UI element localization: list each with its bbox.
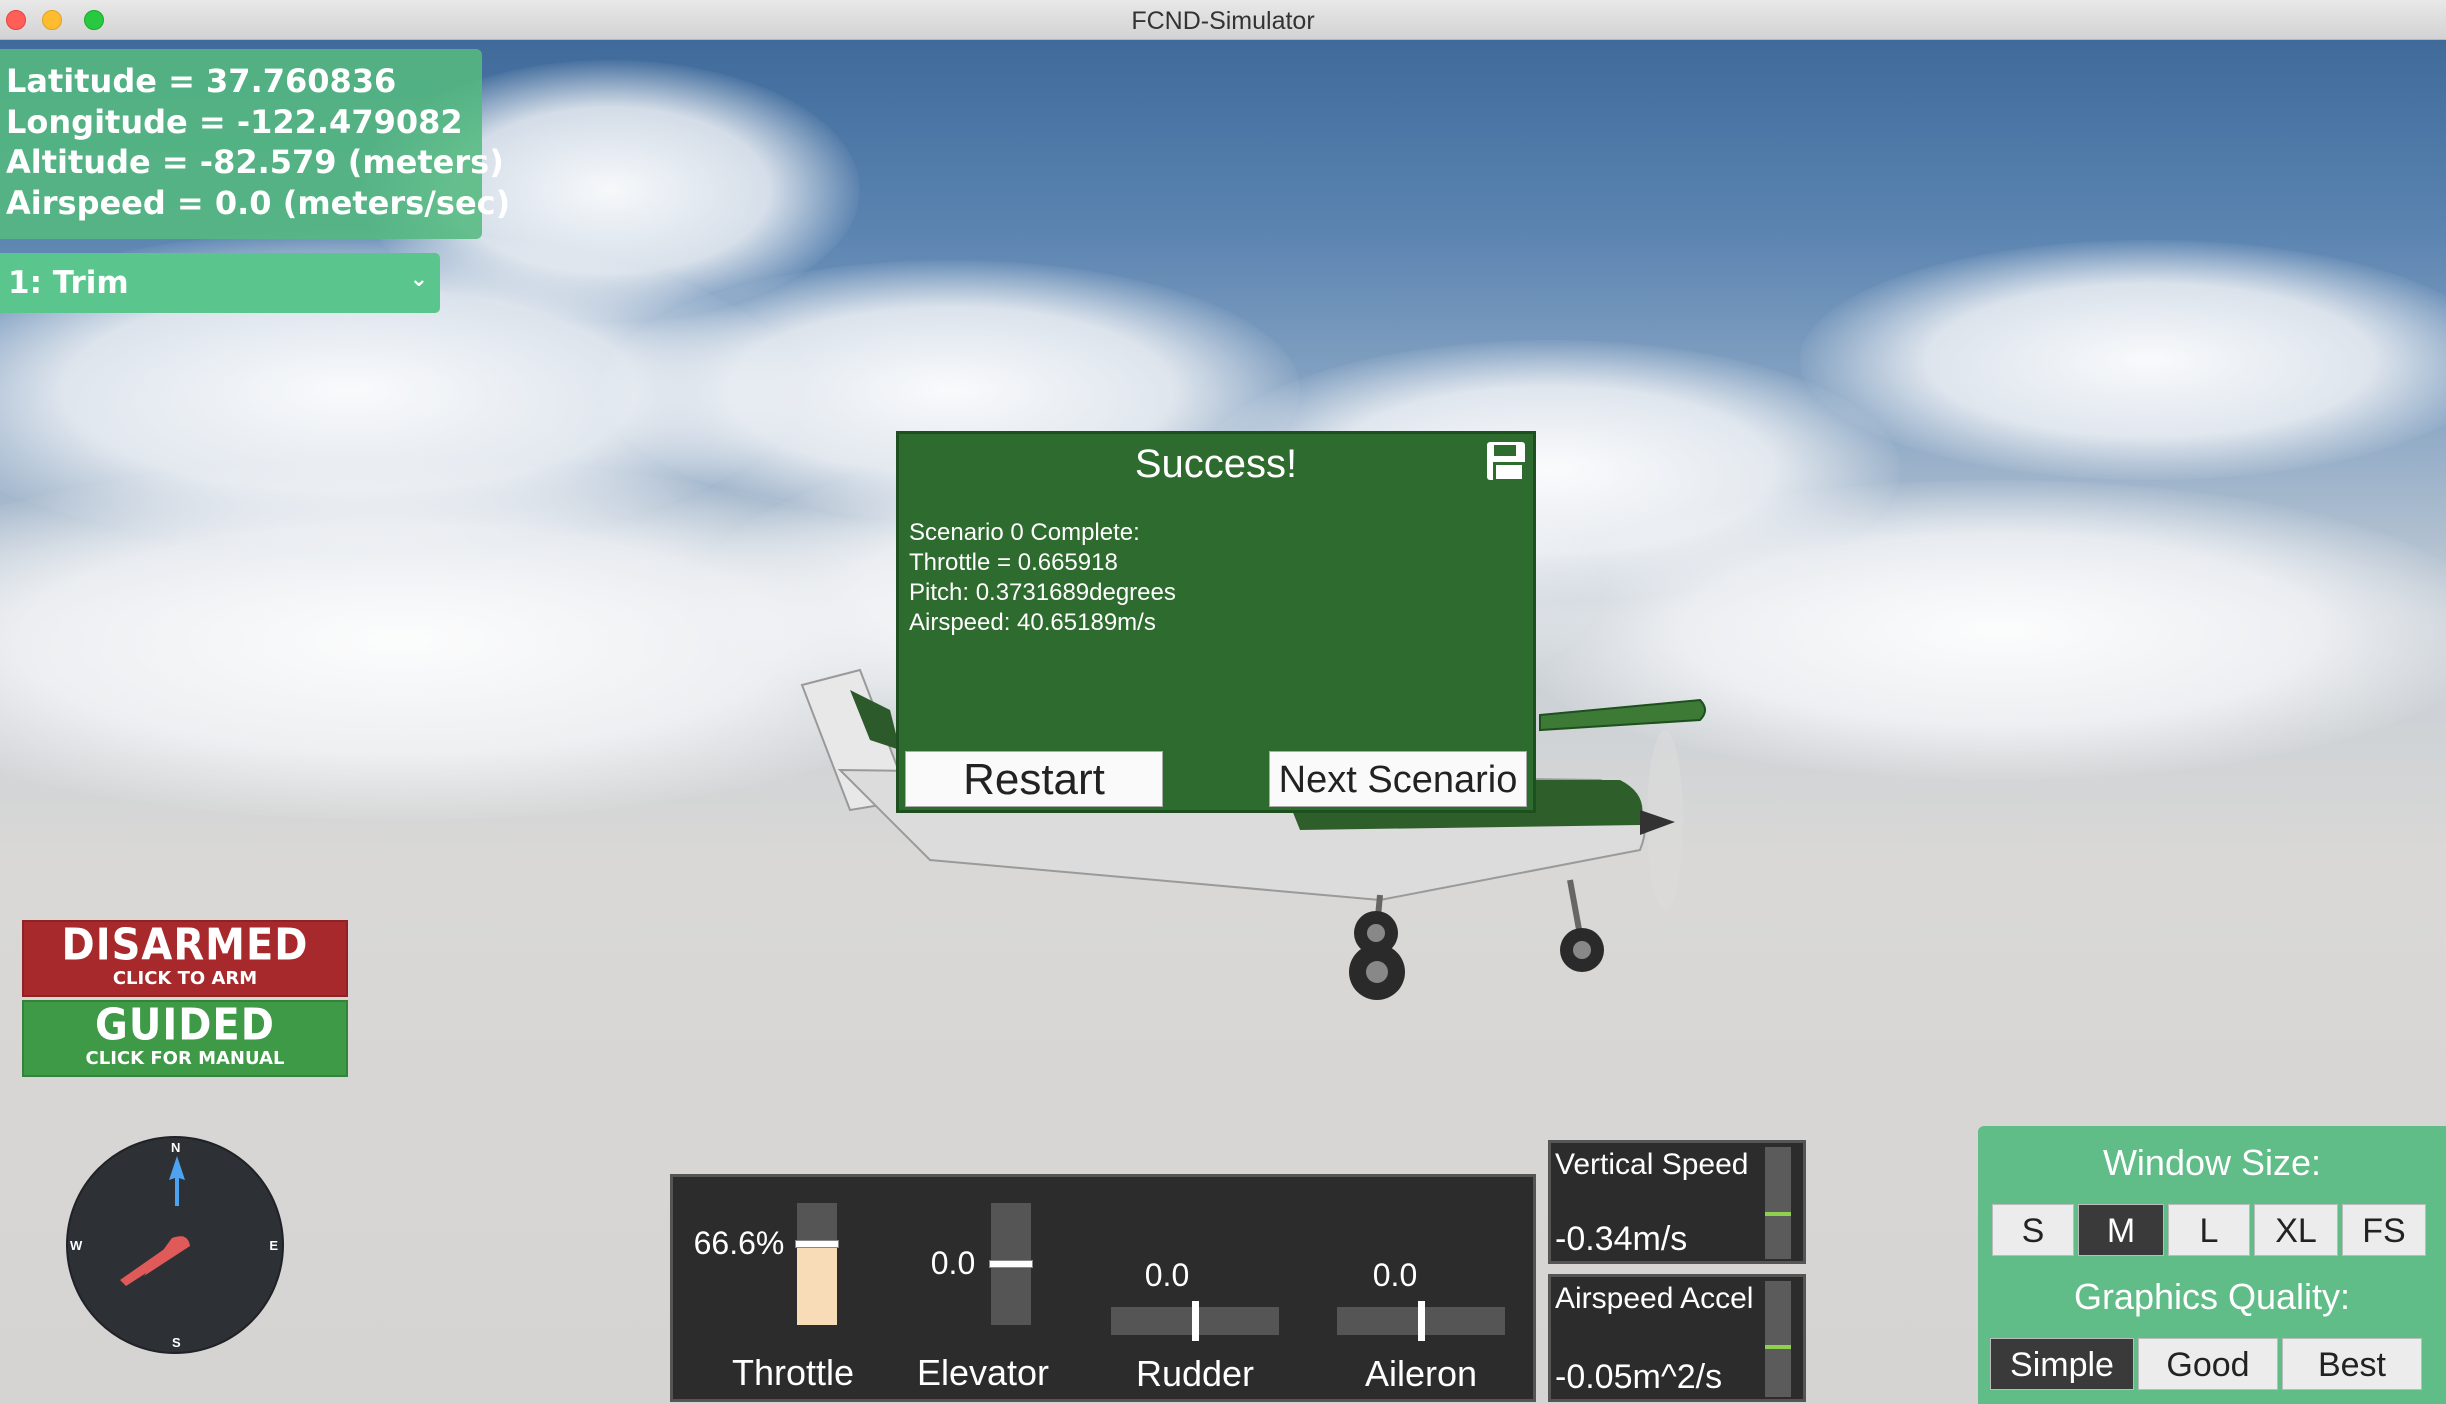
aileron-value: 0.0 <box>1372 1257 1418 1293</box>
aileron-slider[interactable] <box>1337 1301 1505 1341</box>
arm-button-label: DISARMED <box>61 919 309 971</box>
airspeed-readout: Airspeed = 0.0 (meters/sec) <box>6 183 511 222</box>
window-size-title: Window Size: <box>2102 1142 2322 1183</box>
window-titlebar: FCND-Simulator <box>0 0 2446 40</box>
aileron-handle[interactable] <box>1418 1301 1425 1341</box>
telemetry-panel: Latitude = 37.760836 Longitude = -122.47… <box>0 49 511 239</box>
graphics-good-button[interactable]: Good <box>2138 1338 2278 1390</box>
longitude-readout: Longitude = -122.479082 <box>6 102 463 141</box>
scenario-dropdown[interactable]: 1: Trim ⌄ <box>0 253 440 313</box>
elevator-value: 0.0 <box>930 1245 976 1281</box>
window-title: FCND-Simulator <box>1131 7 1315 35</box>
rudder-label: Rudder <box>1135 1353 1255 1394</box>
restart-button[interactable]: Restart <box>905 751 1163 807</box>
window-size-xl-button[interactable]: XL <box>2254 1204 2338 1256</box>
flight-mode-label: GUIDED <box>95 999 275 1051</box>
graphics-simple-button[interactable]: Simple <box>1990 1338 2134 1390</box>
dialog-line: Pitch: 0.3731689degrees <box>909 579 1176 606</box>
dialog-line: Scenario 0 Complete: <box>909 519 1140 546</box>
success-dialog: Success! Scenario 0 Complete: Throttle =… <box>896 431 1536 813</box>
window-size-m-button[interactable]: M <box>2078 1204 2164 1256</box>
vertical-speed-value: -0.34m/s <box>1555 1220 1688 1258</box>
heading-arrow-icon <box>120 1236 190 1286</box>
settings-panel: Window Size: S M L XL FS Graphics Qualit… <box>1978 1126 2446 1404</box>
vertical-speed-label: Vertical Speed <box>1555 1148 1749 1181</box>
vertical-speed-gauge: Vertical Speed -0.34m/s <box>1548 1140 1806 1264</box>
airspeed-accel-bar <box>1765 1281 1791 1397</box>
elevator-slider[interactable] <box>989 1203 1033 1325</box>
dialog-line: Airspeed: 40.65189m/s <box>909 609 1156 636</box>
dialog-body: Scenario 0 Complete: Throttle = 0.665918… <box>909 518 1176 638</box>
airspeed-accel-label: Airspeed Accel <box>1555 1282 1754 1315</box>
vertical-speed-bar <box>1765 1147 1791 1259</box>
altitude-readout: Altitude = -82.579 (meters) <box>6 143 504 181</box>
next-scenario-button[interactable]: Next Scenario <box>1269 751 1527 807</box>
rudder-handle[interactable] <box>1192 1301 1199 1341</box>
arm-button[interactable]: DISARMED CLICK TO ARM <box>22 920 348 997</box>
graphics-quality-title: Graphics Quality: <box>2073 1276 2351 1317</box>
airspeed-accel-marker <box>1765 1344 1791 1349</box>
flight-mode-button[interactable]: GUIDED CLICK FOR MANUAL <box>22 1000 348 1077</box>
throttle-value: 66.6% <box>693 1225 785 1261</box>
rudder-value: 0.0 <box>1144 1257 1190 1293</box>
chevron-down-icon: ⌄ <box>409 267 428 292</box>
vertical-speed-marker <box>1765 1211 1791 1216</box>
graphics-best-button[interactable]: Best <box>2282 1338 2422 1390</box>
scenario-dropdown-value: 1: Trim <box>8 265 129 301</box>
dialog-title: Success! <box>1134 442 1298 486</box>
dialog-line: Throttle = 0.665918 <box>909 549 1118 576</box>
controls-panel: 66.6% Throttle 0.0 Elevator 0.0 Rudder 0… <box>670 1174 1536 1402</box>
aileron-label: Aileron <box>1364 1353 1478 1394</box>
throttle-slider[interactable] <box>795 1203 839 1325</box>
flight-mode-sublabel: CLICK FOR MANUAL <box>85 1048 285 1069</box>
window-size-l-button[interactable]: L <box>2168 1204 2250 1256</box>
rudder-slider[interactable] <box>1111 1301 1279 1341</box>
cloud <box>1800 240 2446 480</box>
arm-button-sublabel: CLICK TO ARM <box>112 968 258 989</box>
airspeed-accel-value: -0.05m^2/s <box>1555 1358 1723 1396</box>
elevator-handle[interactable] <box>989 1260 1033 1268</box>
compass: N E S W <box>66 1136 284 1354</box>
latitude-readout: Latitude = 37.760836 <box>6 62 397 100</box>
throttle-handle[interactable] <box>795 1239 839 1248</box>
throttle-label: Throttle <box>731 1352 855 1393</box>
throttle-fill <box>797 1243 837 1325</box>
window-size-s-button[interactable]: S <box>1992 1204 2074 1256</box>
floppy-disk-icon[interactable] <box>1487 442 1525 482</box>
elevator-label: Elevator <box>916 1352 1050 1393</box>
airspeed-accel-gauge: Airspeed Accel -0.05m^2/s <box>1548 1274 1806 1402</box>
window-size-fs-button[interactable]: FS <box>2342 1204 2426 1256</box>
